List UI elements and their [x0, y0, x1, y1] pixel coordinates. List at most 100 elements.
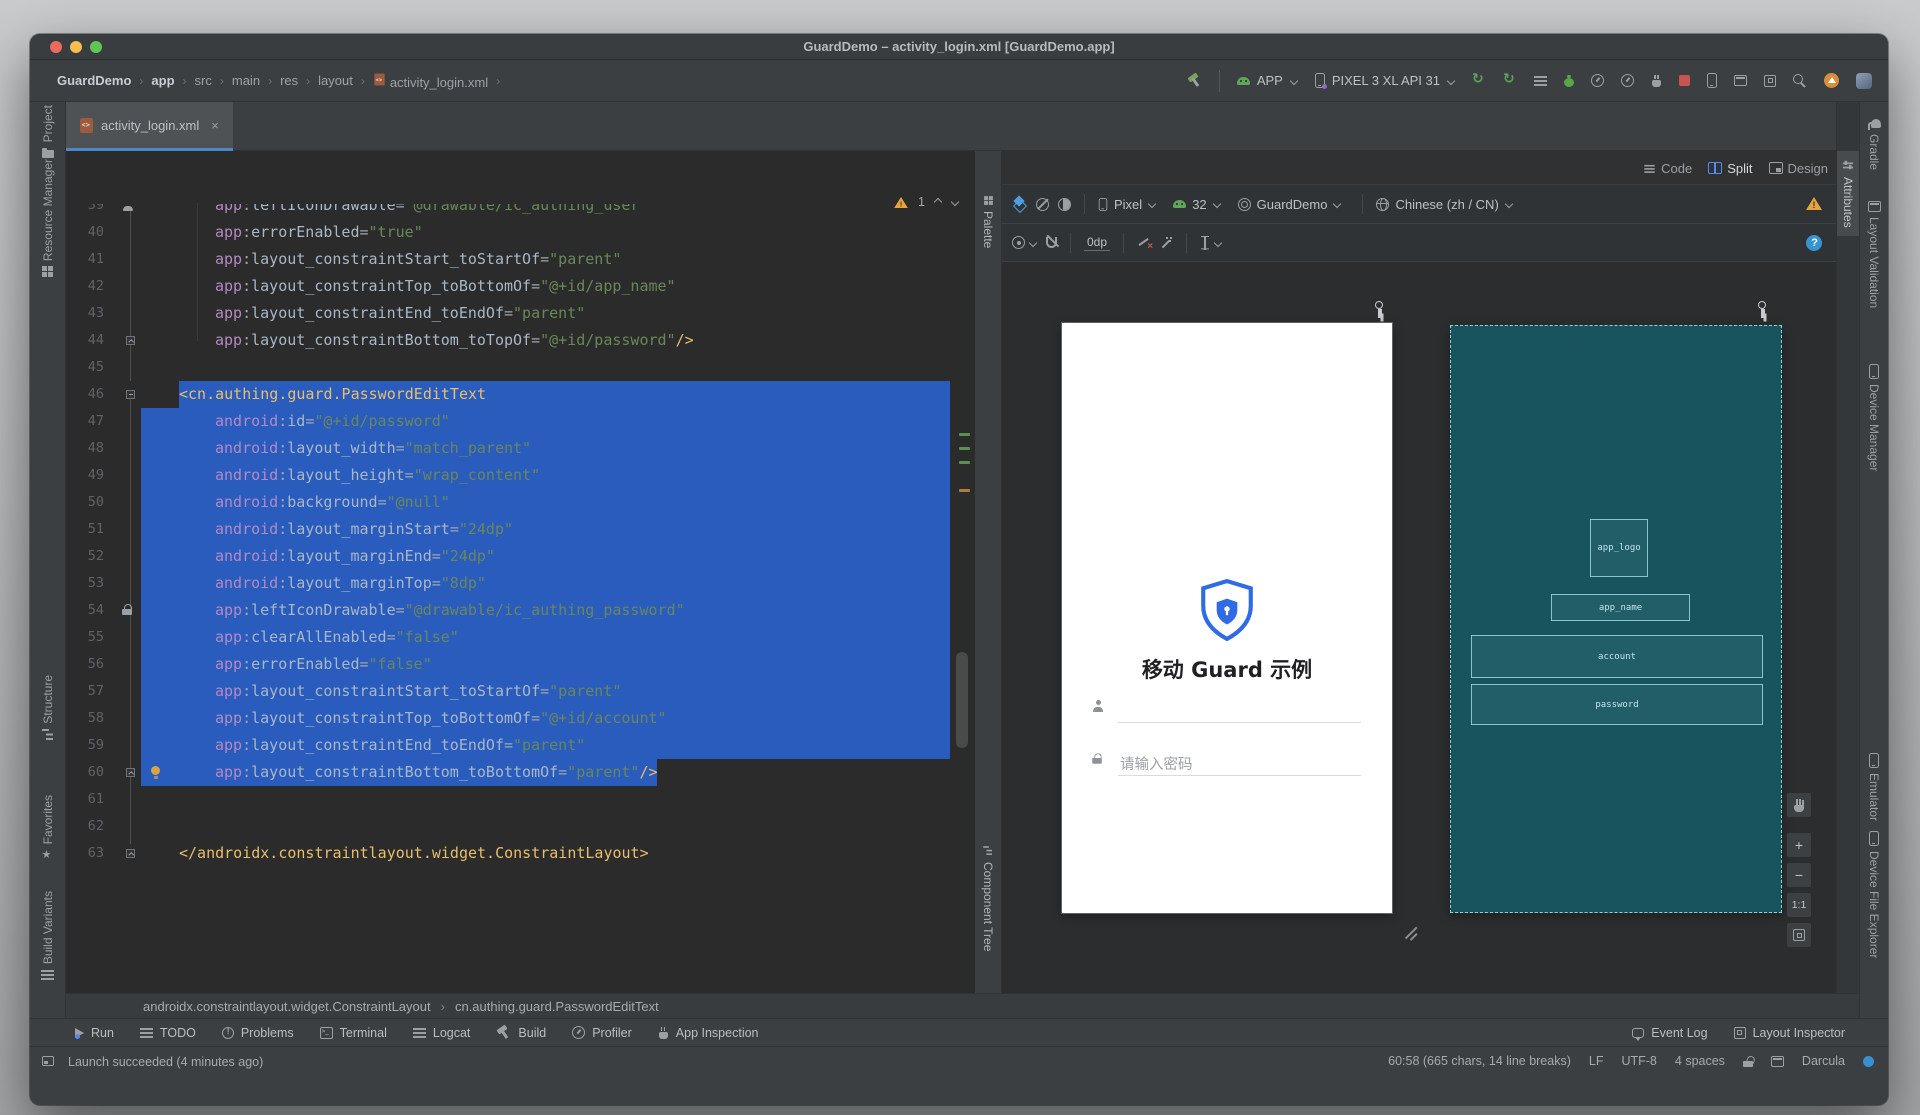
- zoom-actual-button[interactable]: 1:1: [1786, 892, 1812, 918]
- code-line-57[interactable]: 57 app:layout_constraintStart_toStartOf="…: [66, 678, 975, 705]
- help-icon[interactable]: [1806, 235, 1822, 251]
- tool-window-button-terminal[interactable]: Terminal: [319, 1026, 387, 1040]
- build-hammer-icon[interactable]: [1187, 73, 1202, 88]
- breadcrumb-item[interactable]: activity_login.xml: [373, 72, 488, 90]
- orientation-icon[interactable]: [1036, 197, 1049, 211]
- code-line-61[interactable]: 61: [66, 786, 975, 813]
- password-field-underline[interactable]: [1118, 775, 1361, 776]
- previous-issue-icon[interactable]: [934, 198, 942, 206]
- apply-code-changes-icon[interactable]: [1503, 71, 1517, 88]
- view-options-icon[interactable]: [1012, 236, 1025, 249]
- debug-icon[interactable]: [1564, 74, 1574, 87]
- file-encoding[interactable]: UTF-8: [1621, 1054, 1656, 1068]
- line-ending[interactable]: LF: [1589, 1054, 1604, 1068]
- blueprint-password[interactable]: password: [1471, 684, 1763, 725]
- device-select[interactable]: PIXEL 3 XL API 31: [1314, 73, 1455, 89]
- palette-tab[interactable]: Palette: [975, 195, 1001, 248]
- code-line-41[interactable]: 41 app:layout_constraintStart_toStartOf="…: [66, 246, 975, 273]
- tool-window-button-todo[interactable]: TODO: [139, 1026, 196, 1040]
- title-bar[interactable]: GuardDemo – activity_login.xml [GuardDem…: [30, 34, 1888, 60]
- code-line-42[interactable]: 42 app:layout_constraintTop_toBottomOf="@…: [66, 273, 975, 300]
- attach-debugger-icon[interactable]: [1651, 74, 1662, 87]
- notification-dot[interactable]: [1863, 1055, 1874, 1067]
- close-window-button[interactable]: [50, 41, 62, 53]
- fold-end-icon[interactable]: [126, 849, 135, 858]
- profile-app-icon[interactable]: [1591, 74, 1604, 87]
- minimize-window-button[interactable]: [70, 41, 82, 53]
- theme-name[interactable]: Darcula: [1802, 1054, 1845, 1068]
- sidebar-item-project[interactable]: Project: [30, 105, 65, 159]
- blueprint-app-name[interactable]: app_name: [1551, 594, 1690, 621]
- tab-activity-login-xml[interactable]: activity_login.xml ×: [66, 102, 233, 151]
- sidebar-item-emulator[interactable]: Emulator: [1860, 753, 1888, 821]
- xml-breadcrumb-item[interactable]: androidx.constraintlayout.widget.Constra…: [143, 999, 431, 1014]
- view-mode-code[interactable]: Code: [1643, 161, 1692, 176]
- search-everywhere-icon[interactable]: [1793, 73, 1807, 88]
- sidebar-item-device-file-explorer[interactable]: Device File Explorer: [1860, 831, 1888, 958]
- preview-locale-select[interactable]: Chinese (zh / CN): [1376, 197, 1512, 212]
- default-margin-select[interactable]: 0dp: [1084, 235, 1111, 251]
- sidebar-item-gradle[interactable]: Gradle: [1860, 118, 1888, 170]
- code-line-40[interactable]: 40 app:errorEnabled="true": [66, 219, 975, 246]
- blueprint-account[interactable]: account: [1471, 635, 1763, 678]
- code-line-60[interactable]: 60 app:layout_constraintBottom_toBottomOf…: [66, 759, 975, 786]
- layout-warnings-icon[interactable]: [1806, 197, 1822, 210]
- fold-end-icon[interactable]: [126, 336, 135, 345]
- blueprint-app-logo[interactable]: app_logo: [1590, 519, 1648, 577]
- stripe-mark-green[interactable]: [959, 433, 970, 436]
- design-surface[interactable]: 移动 Guard 示例 请输入密码 app_logo app_name acco…: [1002, 262, 1836, 993]
- navigation-breadcrumbs[interactable]: GuardDemo › app › src › main › res › layout › activi…: [55, 60, 506, 101]
- fold-collapse-icon[interactable]: [126, 390, 135, 399]
- code-line-45[interactable]: 45: [66, 354, 975, 381]
- code-line-54[interactable]: 54 app:leftIconDrawable="@drawable/ic_aut…: [66, 597, 975, 624]
- code-line-50[interactable]: 50 android:background="@null": [66, 489, 975, 516]
- fold-end-icon[interactable]: [126, 768, 135, 777]
- night-mode-icon[interactable]: [1058, 197, 1071, 211]
- preview-resize-handle[interactable]: [1400, 922, 1422, 944]
- ide-update-icon[interactable]: [1824, 73, 1839, 88]
- code-line-51[interactable]: 51 android:layout_marginStart="24dp": [66, 516, 975, 543]
- clear-constraints-icon[interactable]: [1137, 236, 1153, 252]
- status-message[interactable]: Launch succeeded (4 minutes ago): [68, 1055, 263, 1069]
- pan-tool-button[interactable]: [1786, 792, 1812, 818]
- tool-window-button-profiler[interactable]: Profiler: [572, 1026, 632, 1040]
- account-field-underline[interactable]: [1118, 722, 1361, 723]
- preview-theme-select[interactable]: GuardDemo: [1237, 197, 1342, 212]
- xml-breadcrumb-item[interactable]: cn.authing.guard.PasswordEditText: [455, 999, 659, 1014]
- code-line-48[interactable]: 48 android:layout_width="match_parent": [66, 435, 975, 462]
- code-line-52[interactable]: 52 android:layout_marginEnd="24dp": [66, 543, 975, 570]
- user-avatar-icon[interactable]: [1856, 72, 1872, 89]
- apply-changes-icon[interactable]: [1472, 71, 1486, 88]
- blueprint-preview[interactable]: app_logo app_name account password: [1450, 325, 1782, 913]
- code-line-63[interactable]: 63 </androidx.constraintlayout.widget.Con…: [66, 840, 975, 867]
- breadcrumb-item[interactable]: src: [195, 73, 212, 88]
- code-line-49[interactable]: 49 android:layout_height="wrap_content": [66, 462, 975, 489]
- code-editor[interactable]: 39 app:leftIconDrawable="@drawable/ic_aut…: [66, 151, 975, 993]
- code-line-53[interactable]: 53 android:layout_marginTop="8dp": [66, 570, 975, 597]
- caret-position[interactable]: 60:58 (665 chars, 14 line breaks): [1388, 1054, 1571, 1068]
- component-tree-tab[interactable]: Component Tree: [975, 845, 1001, 951]
- tool-window-toggle-icon[interactable]: [42, 1056, 54, 1066]
- tool-window-button-layout-inspector[interactable]: Layout Inspector: [1733, 1026, 1845, 1040]
- pack-align-icon[interactable]: [1200, 235, 1210, 250]
- code-line-58[interactable]: 58 app:layout_constraintTop_toBottomOf="@…: [66, 705, 975, 732]
- editor-scrollbar[interactable]: [956, 652, 968, 748]
- intention-bulb-icon[interactable]: [150, 766, 161, 779]
- code-line-55[interactable]: 55 app:clearAllEnabled="false": [66, 624, 975, 651]
- view-mode-split[interactable]: Split: [1708, 161, 1753, 176]
- tool-window-button-app-inspection[interactable]: App Inspection: [658, 1026, 759, 1040]
- breadcrumb-item[interactable]: main: [232, 73, 260, 88]
- code-line-44[interactable]: 44 app:layout_constraintBottom_toTopOf="@…: [66, 327, 975, 354]
- profiler-icon[interactable]: [1621, 74, 1634, 87]
- view-mode-design[interactable]: Design: [1768, 161, 1828, 176]
- design-preview[interactable]: 移动 Guard 示例 请输入密码: [1062, 323, 1392, 913]
- tool-window-button-event-log[interactable]: Event Log: [1632, 1026, 1708, 1041]
- stripe-mark-green[interactable]: [959, 447, 970, 450]
- stripe-mark-orange[interactable]: [959, 489, 970, 492]
- tool-window-button-build[interactable]: Build: [496, 1025, 546, 1040]
- code-line-47[interactable]: 47 android:id="@+id/password": [66, 408, 975, 435]
- code-line-43[interactable]: 43 app:layout_constraintEnd_toEndOf="pare…: [66, 300, 975, 327]
- tool-window-button-problems[interactable]: Problems: [221, 1026, 294, 1040]
- indent-setting[interactable]: 4 spaces: [1675, 1054, 1725, 1068]
- code-line-39[interactable]: 39 app:leftIconDrawable="@drawable/ic_aut…: [66, 204, 975, 219]
